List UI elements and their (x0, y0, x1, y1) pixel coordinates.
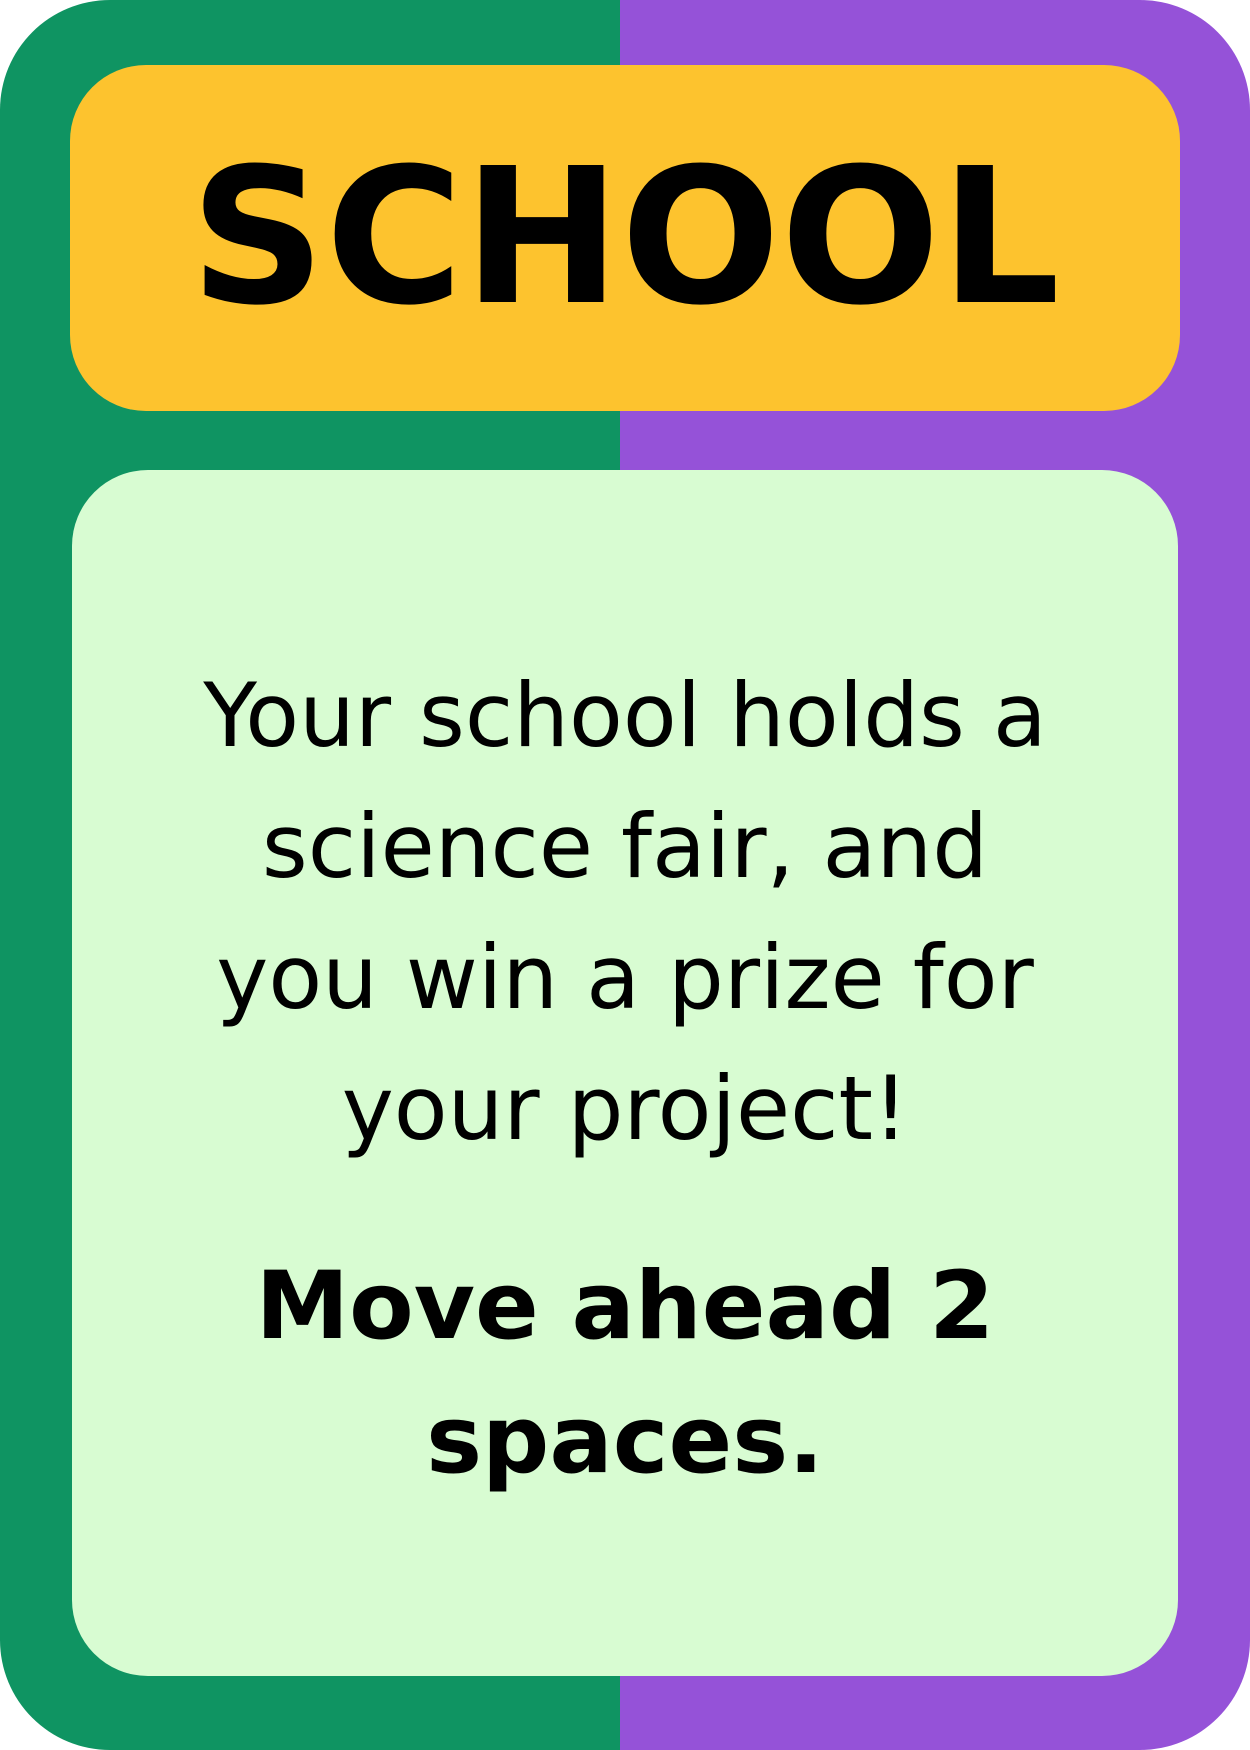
card-header: SCHOOL (70, 65, 1180, 411)
action-line: spaces. (426, 1386, 824, 1495)
category-title: SCHOOL (189, 128, 1061, 347)
action-line: Move ahead 2 (255, 1252, 995, 1361)
card-action: Move ahead 2 spaces. (132, 1240, 1118, 1508)
event-line: science fair, and (261, 795, 989, 898)
event-line: your project! (341, 1057, 909, 1160)
event-line: you win a prize for (216, 926, 1034, 1029)
game-card: SCHOOL Your school holds a science fair,… (0, 0, 1250, 1750)
event-line: Your school holds a (203, 664, 1047, 767)
card-body: Your school holds a science fair, and yo… (72, 470, 1178, 1676)
event-description: Your school holds a science fair, and yo… (132, 650, 1118, 1174)
